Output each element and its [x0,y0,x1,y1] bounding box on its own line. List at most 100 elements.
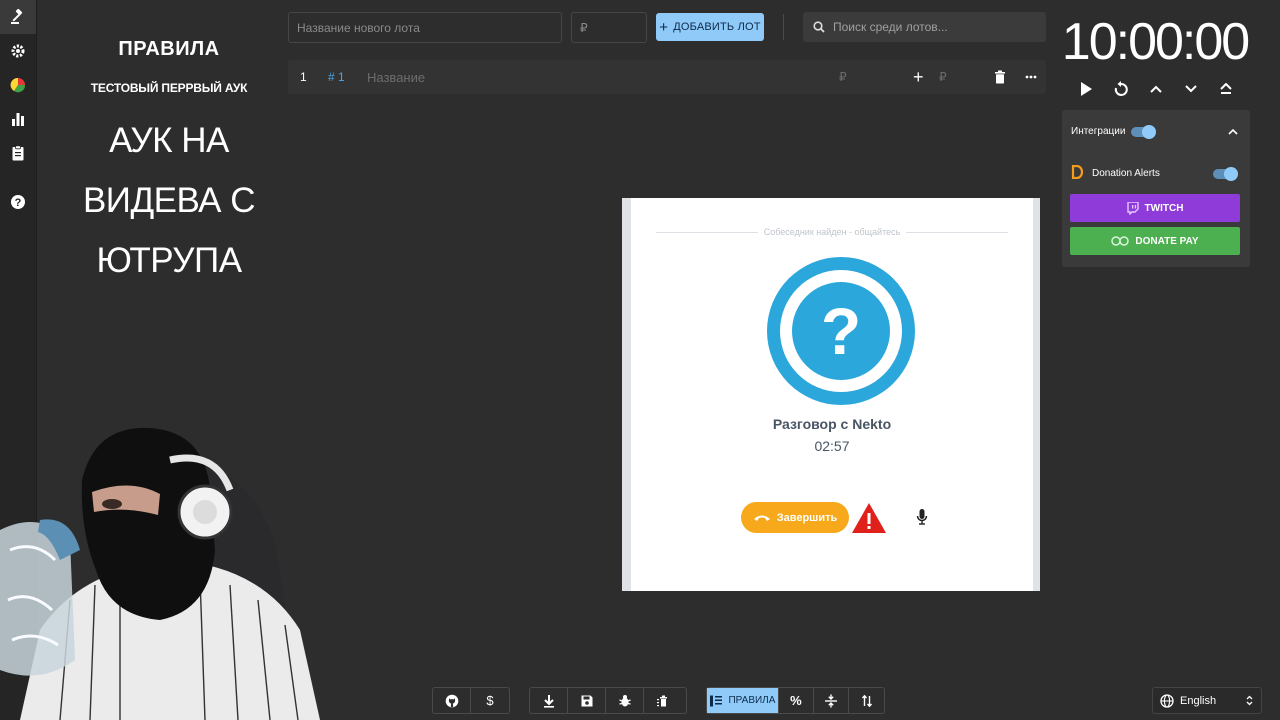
rules-toggle-label: ПРАВИЛА [728,695,776,706]
donate-button[interactable]: $ [471,688,509,713]
globe-icon [1160,693,1174,708]
lot-more-button[interactable] [1025,60,1037,94]
rules-line: АУК НА [109,121,229,160]
donation-alerts-icon [1071,165,1083,179]
delete-sweep-icon [657,695,667,706]
timer-double-up-button[interactable] [1215,78,1237,100]
rules-title: ПРАВИЛА [118,38,220,60]
github-button[interactable] [433,688,471,713]
rules-subtitle: ТЕСТОВЫЙ ПЕРРВЫЙ АУК [90,81,248,95]
reset-icon [1114,81,1128,96]
timer-controls [1068,78,1243,100]
pie-wheel-icon [10,77,26,93]
twitch-label: TWITCH [1144,202,1184,214]
lot-name-field[interactable]: Название [367,60,425,94]
search-input[interactable]: Поиск среди лотов... [803,12,1046,42]
table-row: 1 # 1 Название ₽ + ₽ [288,60,1046,94]
lot-name-input[interactable]: Название нового лота [288,12,562,43]
rules-panel: ПРАВИЛА ТЕСТОВЫЙ ПЕРРВЫЙ АУК АУК НА ВИДЕ… [44,30,294,291]
donatepay-label: DONATE PAY [1135,235,1199,247]
lot-amount-input[interactable]: ₽ [571,12,647,43]
clipboard-icon [12,145,24,161]
language-label: English [1180,694,1217,707]
webcam-overlay [0,420,320,720]
download-icon [543,694,554,708]
lot-amount-currency: ₽ [839,70,847,84]
call-title: Разговор с Nekto [772,416,892,432]
end-call-button[interactable]: Завершить [741,502,849,533]
streamer-webcam-image [0,427,320,720]
dollar-icon: $ [486,693,494,708]
rules-list-icon [710,695,723,706]
compact-view-button[interactable] [814,688,850,713]
more-horizontal-icon [1025,75,1037,79]
timer-play-button[interactable] [1075,78,1097,100]
twitch-button[interactable]: TWITCH [1070,194,1240,222]
unknown-user-avatar: ? [767,257,915,405]
language-select[interactable]: English [1152,687,1262,714]
clear-lots-button[interactable] [644,688,682,713]
swap-vertical-icon [861,694,872,707]
sidebar-item-help[interactable]: ? [9,193,27,211]
timer-reset-button[interactable] [1110,78,1132,100]
sidebar-item-wheel[interactable] [9,76,27,94]
timer-decrease-button[interactable] [1180,78,1202,100]
donation-alerts-toggle[interactable] [1213,167,1238,181]
sidebar-item-settings[interactable] [9,42,27,60]
gavel-icon [11,9,23,24]
toggle-knob [1142,125,1156,139]
rules-toggle-button[interactable]: ПРАВИЛА [707,688,779,713]
call-status-text: Собеседник найден - общайтесь [763,227,901,237]
lot-id: # 1 [328,70,345,84]
rules-line: ЮТРУПА [96,241,242,280]
twitch-icon [1126,201,1139,215]
chevron-up-icon[interactable] [1228,128,1238,135]
call-duration: 02:57 [814,438,850,454]
help-icon: ? [11,195,25,209]
percent-icon: % [790,693,802,708]
double-chevron-up-icon [1220,83,1232,94]
gear-icon [11,44,25,58]
download-button[interactable] [530,688,568,713]
sidebar-item-stats[interactable] [9,110,27,128]
hang-up-icon [753,515,770,521]
end-call-label: Завершить [776,511,838,524]
toolbar-group-links: $ [432,687,510,714]
add-lot-label: ДОБАВИТЬ ЛОТ [673,21,761,33]
play-icon [1081,82,1092,96]
lot-name-placeholder: Название нового лота [297,20,420,35]
amount-placeholder: ₽ [580,20,588,35]
report-warning-icon[interactable] [851,502,887,534]
chevron-up-icon [1150,85,1162,93]
percent-button[interactable]: % [779,688,814,713]
delete-lot-button[interactable] [994,60,1006,94]
report-bug-button[interactable] [606,688,644,713]
donation-alerts-label: Donation Alerts [1092,168,1160,179]
save-button[interactable] [568,688,606,713]
microphone-icon[interactable] [916,508,928,526]
call-window-header: Собеседник найден - общайтесь [656,226,1009,238]
toolbar-group-view: ПРАВИЛА % [706,687,885,714]
vertical-align-center-icon [824,694,837,707]
sidebar-item-history[interactable] [9,144,27,162]
header-divider [656,231,758,233]
rules-text: АУК НА ВИДЕВА С ЮТРУПА [44,111,294,291]
rules-line: ВИДЕВА С [82,181,256,220]
add-amount-icon[interactable]: + [913,60,924,94]
add-amount-currency: ₽ [939,70,947,84]
donatepay-icon [1111,236,1130,246]
header-divider [906,231,1009,233]
add-lot-button[interactable]: + ДОБАВИТЬ ЛОТ [656,13,764,41]
integrations-title: Интеграции [1071,126,1126,137]
sort-button[interactable] [849,688,884,713]
lot-index: 1 [300,70,307,84]
trash-icon [995,70,1005,84]
donatepay-button[interactable]: DONATE PAY [1070,227,1240,255]
integrations-toggle[interactable] [1131,125,1156,139]
timer-increase-button[interactable] [1145,78,1167,100]
question-mark-icon: ? [792,282,890,380]
search-icon [813,21,825,33]
call-window: Собеседник найден - общайтесь ? Разговор… [622,198,1040,591]
toggle-knob [1224,167,1238,181]
sidebar-item-auction[interactable] [0,0,36,34]
